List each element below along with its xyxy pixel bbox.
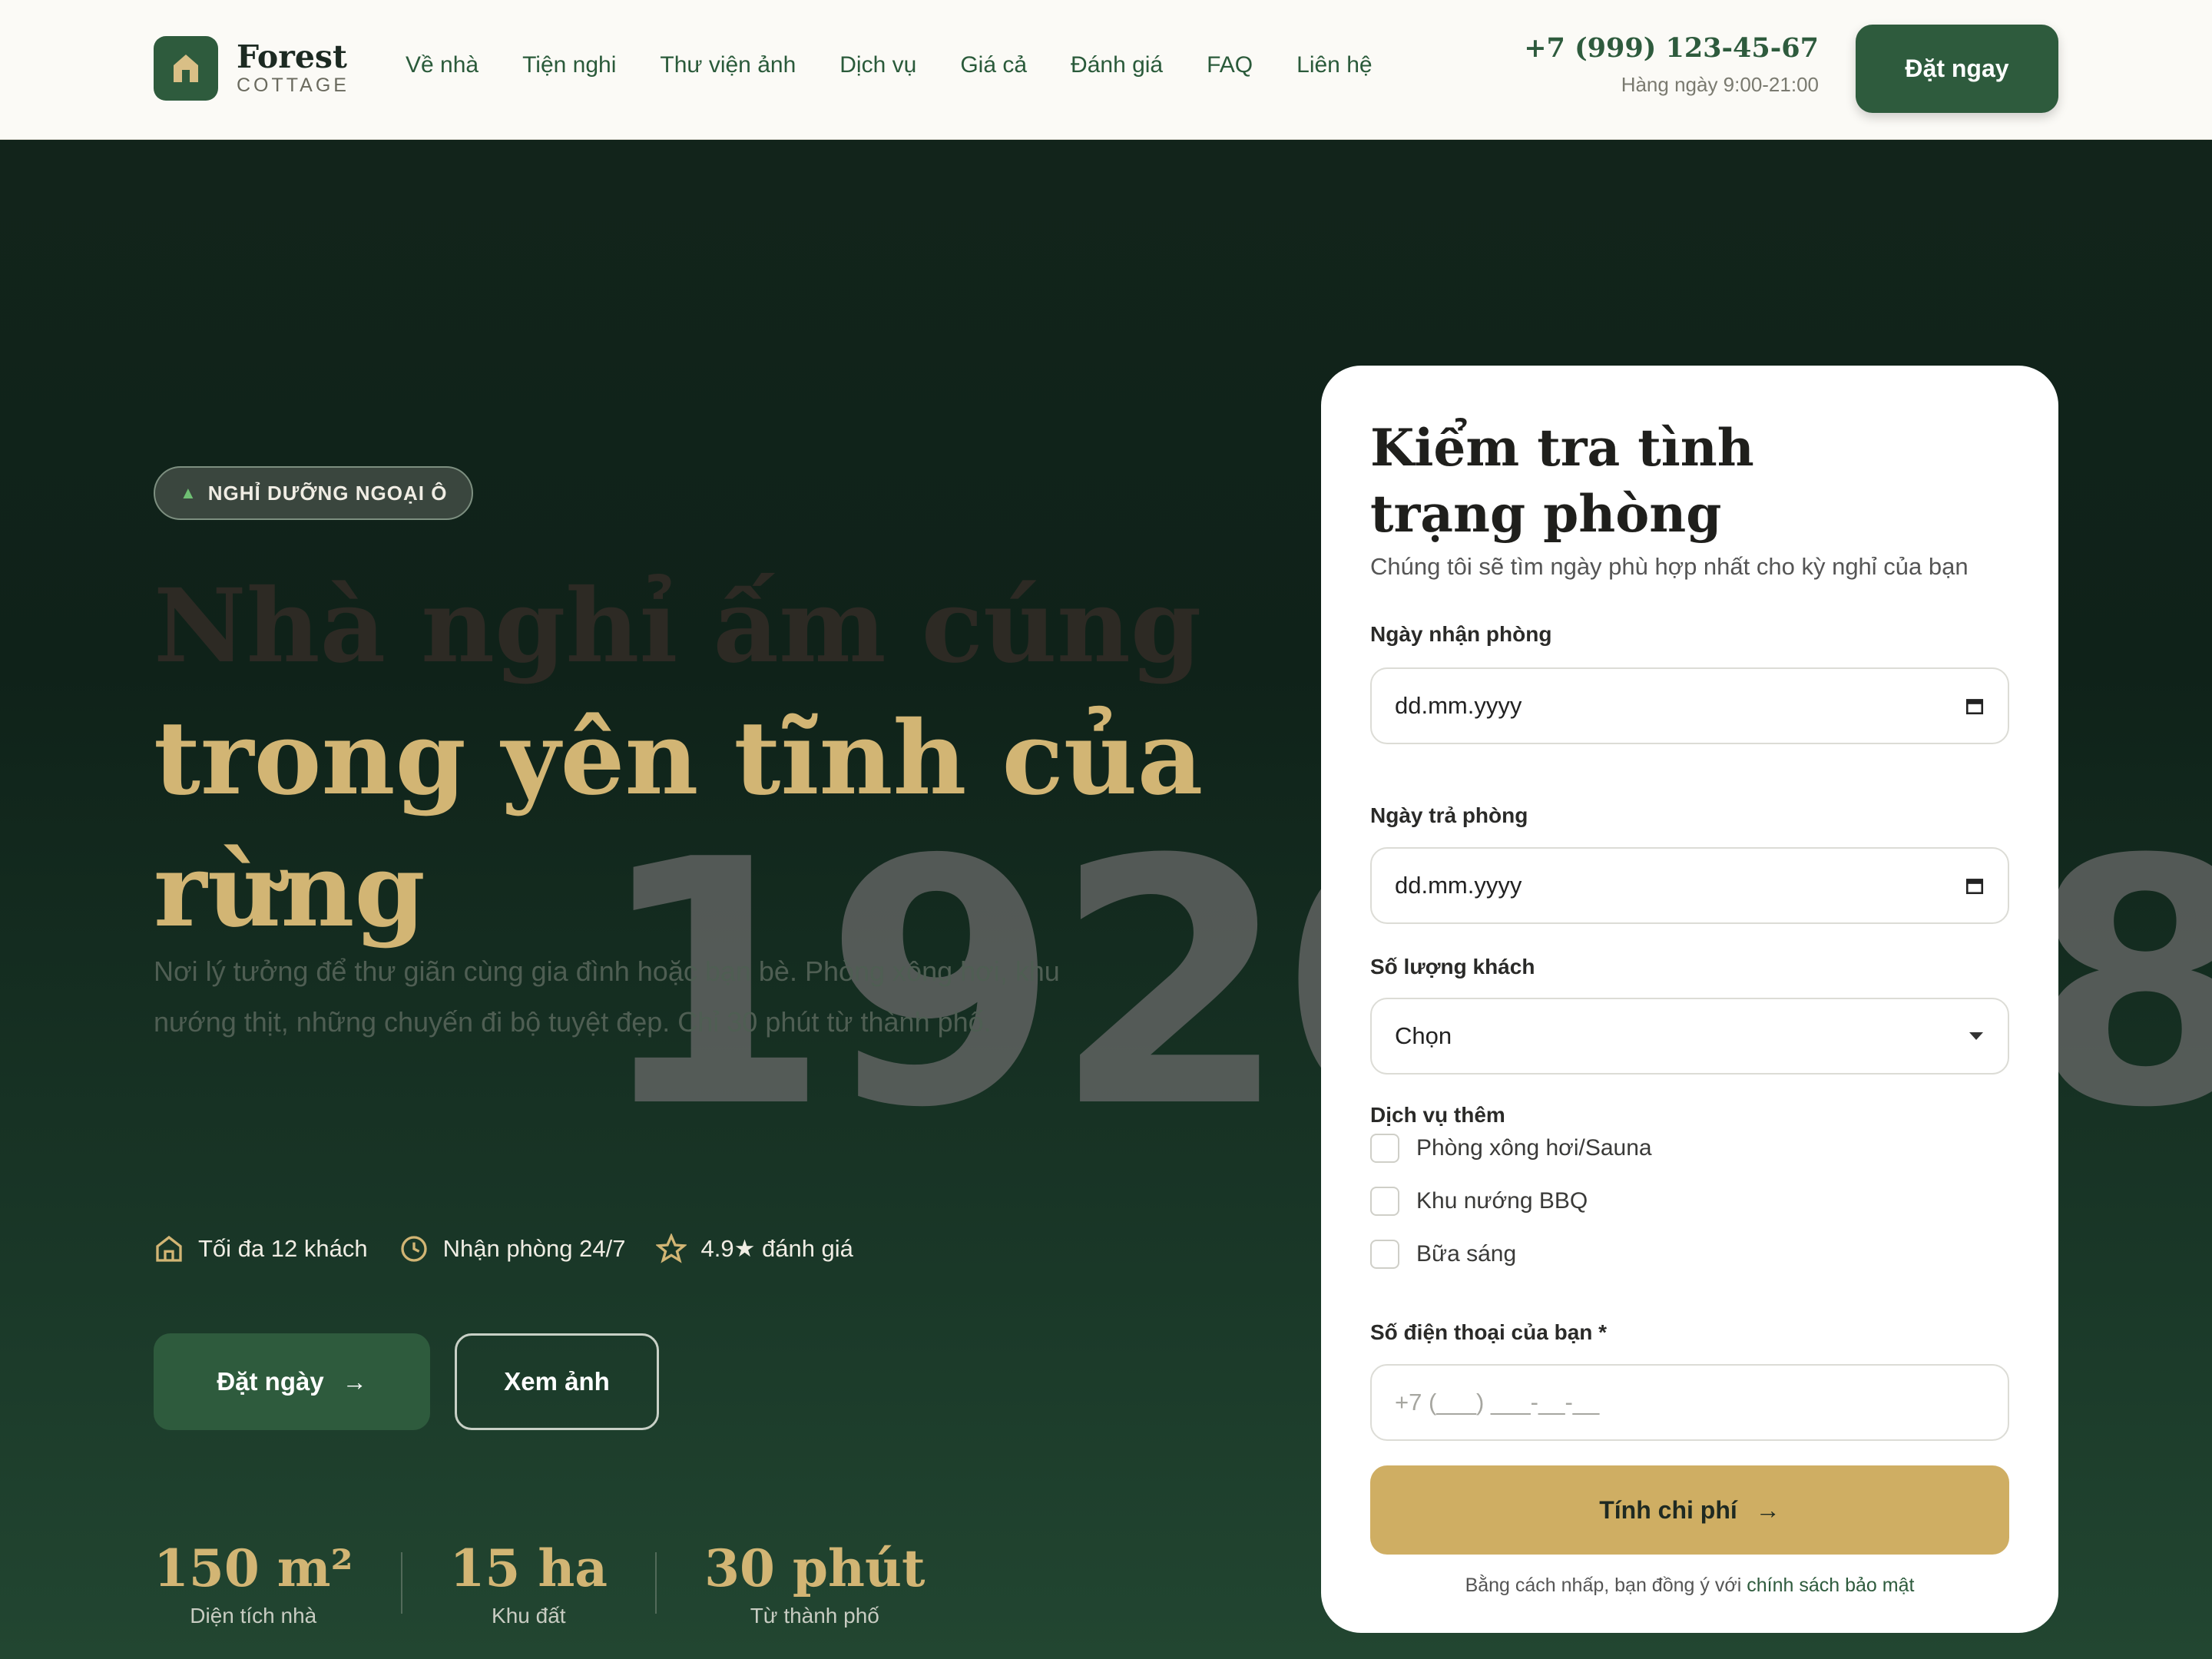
hero-tag-label: NGHỈ DƯỠNG NGOẠI Ô <box>207 481 448 505</box>
nav-amenities[interactable]: Tiện nghi <box>522 52 616 78</box>
phone-input[interactable]: +7 (___) ___-__-__ <box>1370 1364 2009 1441</box>
extras-label: Dịch vụ thêm <box>1370 1103 1505 1127</box>
view-photos-button[interactable]: Xem ảnh <box>455 1333 659 1430</box>
feature-checkin-label: Nhận phòng 24/7 <box>442 1235 626 1262</box>
stat-divider <box>655 1552 657 1614</box>
stat-area: 150 m² Diện tích nhà <box>154 1538 353 1628</box>
breakfast-checkbox[interactable] <box>1370 1240 1399 1269</box>
consent-prefix: Bằng cách nhấp, bạn đồng ý với <box>1465 1575 1742 1596</box>
checkout-date-input[interactable]: dd.mm.yyyy <box>1370 847 2009 924</box>
header-book-button[interactable]: Đặt ngay <box>1856 25 2058 113</box>
stat-value: 150 m² <box>154 1538 353 1598</box>
hero-features: Tối đa 12 khách Nhận phòng 24/7 4.9★ đán… <box>154 1233 884 1264</box>
calculate-cost-label: Tính chi phí <box>1599 1495 1737 1524</box>
logo-name: Forest <box>237 38 347 75</box>
feature-rating-label: 4.9★ đánh giá <box>700 1235 853 1262</box>
main-nav: Về nhà Tiện nghi Thư viện ảnh Dịch vụ Gi… <box>406 52 1416 78</box>
calendar-icon[interactable] <box>1965 876 1985 896</box>
calculate-cost-button[interactable]: Tính chi phí → <box>1370 1465 2009 1555</box>
consent-text: Bằng cách nhấp, bạn đồng ý với chính sác… <box>1370 1575 2009 1597</box>
stat-label: Khu đất <box>492 1604 566 1628</box>
checkout-value: dd.mm.yyyy <box>1395 872 1522 899</box>
sauna-checkbox[interactable] <box>1370 1134 1399 1163</box>
checkout-label: Ngày trả phòng <box>1370 803 1528 827</box>
arrow-right-icon: → <box>342 1367 367 1396</box>
hero-title-line1: Nhà nghỉ ấm cúng <box>154 567 1202 686</box>
arrow-right-icon: → <box>1755 1495 1780 1524</box>
booking-subtitle: Chúng tôi sẽ tìm ngày phù hợp nhất cho k… <box>1370 553 1969 580</box>
nav-faq[interactable]: FAQ <box>1207 52 1253 78</box>
extra-label: Bữa sáng <box>1416 1241 1517 1267</box>
extra-sauna[interactable]: Phòng xông hơi/Sauna <box>1370 1134 1652 1163</box>
stat-value: 30 phút <box>704 1538 926 1598</box>
nav-contact[interactable]: Liên hệ <box>1296 52 1372 78</box>
clock-icon <box>400 1236 427 1262</box>
star-icon <box>656 1233 687 1263</box>
bbq-checkbox[interactable] <box>1370 1187 1399 1216</box>
hero-stats: 150 m² Diện tích nhà 15 ha Khu đất 30 ph… <box>154 1538 926 1628</box>
extra-breakfast[interactable]: Bữa sáng <box>1370 1240 1516 1269</box>
stat-label: Từ thành phố <box>750 1604 879 1628</box>
stat-distance: 30 phút Từ thành phố <box>704 1538 925 1628</box>
checkin-value: dd.mm.yyyy <box>1395 692 1522 719</box>
stat-label: Diện tích nhà <box>190 1604 317 1628</box>
guests-label: Số lượng khách <box>1370 955 1535 979</box>
booking-card: Kiểm tra tình trạng phòng Chúng tôi sẽ t… <box>1321 366 2058 1633</box>
hero-book-label: Đặt ngày <box>217 1367 324 1396</box>
nav-services[interactable]: Dịch vụ <box>839 52 916 78</box>
feature-guests-label: Tối đa 12 khách <box>198 1235 368 1262</box>
house-icon <box>154 36 218 101</box>
nav-about[interactable]: Về nhà <box>406 52 478 78</box>
home-icon <box>156 1235 182 1262</box>
site-header: Forest COTTAGE Về nhà Tiện nghi Thư viện… <box>0 0 2212 140</box>
hero-description: Nơi lý tưởng để thư giãn cùng gia đình h… <box>154 955 1060 1038</box>
phone-label: Số điện thoại của bạn * <box>1370 1320 1608 1344</box>
feature-rating: 4.9★ đánh giá <box>656 1233 853 1264</box>
feature-checkin: Nhận phòng 24/7 <box>399 1233 626 1264</box>
feature-guests: Tối đa 12 khách <box>154 1233 368 1264</box>
stat-divider <box>400 1552 402 1614</box>
privacy-policy-link[interactable]: chính sách bảo mật <box>1747 1575 1914 1596</box>
nav-reviews[interactable]: Đánh giá <box>1071 52 1163 78</box>
calendar-icon[interactable] <box>1965 696 1985 716</box>
nav-pricing[interactable]: Giá cả <box>960 52 1027 78</box>
guests-select[interactable]: Chọn <box>1370 998 2009 1075</box>
hero-title-line2: trong yên tĩnh của rừng <box>154 699 1204 950</box>
logo-subtitle: COTTAGE <box>237 75 349 96</box>
extra-label: Khu nướng BBQ <box>1416 1188 1588 1214</box>
hero-book-button[interactable]: Đặt ngày → <box>154 1333 430 1430</box>
checkin-date-input[interactable]: dd.mm.yyyy <box>1370 667 2009 744</box>
extra-bbq[interactable]: Khu nướng BBQ <box>1370 1187 1588 1216</box>
caret-down-icon <box>1969 1032 1983 1040</box>
stat-land: 15 ha Khu đất <box>450 1538 608 1628</box>
checkin-label: Ngày nhận phòng <box>1370 622 1552 646</box>
extra-label: Phòng xông hơi/Sauna <box>1416 1135 1652 1161</box>
booking-title: Kiểm tra tình trạng phòng <box>1370 418 1754 544</box>
guests-value: Chọn <box>1395 1022 1452 1049</box>
stat-value: 15 ha <box>449 1538 608 1598</box>
logo[interactable]: Forest COTTAGE <box>154 36 349 101</box>
phone-number[interactable]: +7 (999) 123-45-67 <box>1524 32 1819 64</box>
tree-icon: ▲ <box>180 483 197 502</box>
hero-tag: ▲ NGHỈ DƯỠNG NGOẠI Ô <box>154 466 474 520</box>
contact-block: +7 (999) 123-45-67 Hàng ngày 9:00-21:00 <box>1524 32 1819 97</box>
nav-gallery[interactable]: Thư viện ảnh <box>660 52 796 78</box>
working-hours: Hàng ngày 9:00-21:00 <box>1621 73 1819 96</box>
